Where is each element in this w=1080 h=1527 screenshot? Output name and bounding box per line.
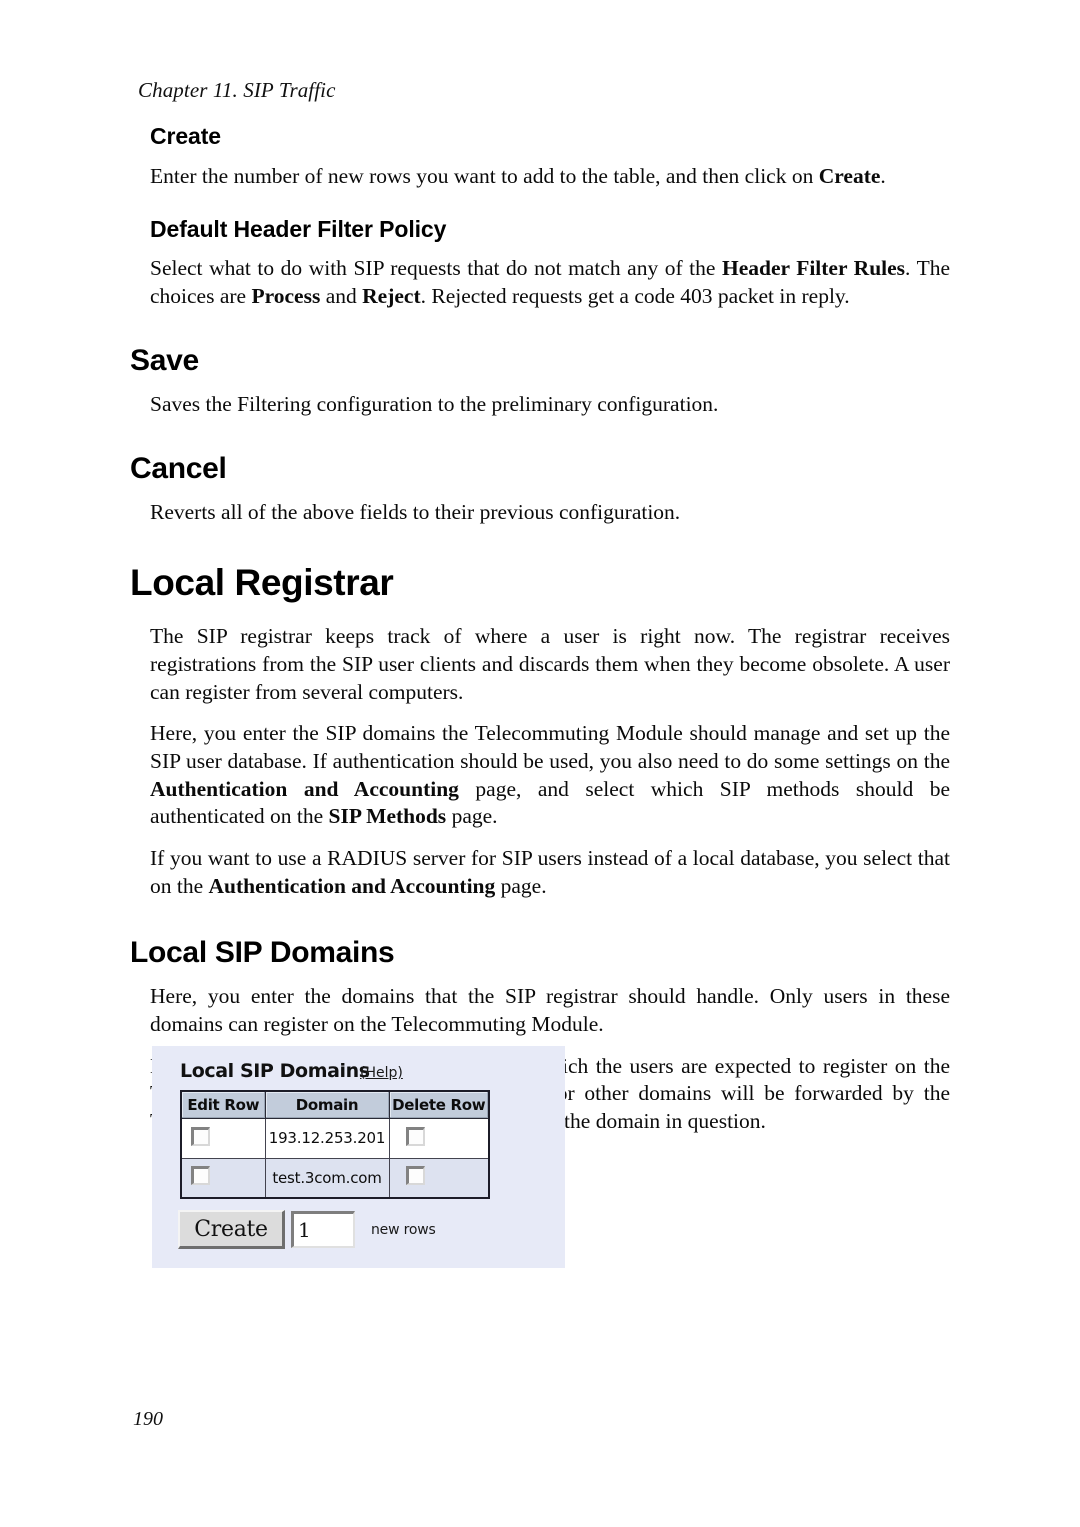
column-header-delete-row: Delete Row xyxy=(388,1090,490,1119)
edit-row-cell[interactable] xyxy=(180,1157,266,1199)
domain-cell[interactable]: 193.12.253.201 xyxy=(264,1117,390,1159)
lr3-c: page. xyxy=(495,873,547,898)
edit-row-checkbox[interactable] xyxy=(190,1166,210,1186)
local-sip-domains-screenshot: Local SIP Domains (Help) Edit Row Domain… xyxy=(152,1046,565,1268)
new-rows-input[interactable]: 1 xyxy=(291,1211,355,1248)
paragraph-create: Enter the number of new rows you want to… xyxy=(150,163,950,191)
dhfp-d: Process xyxy=(251,284,321,309)
delete-row-checkbox[interactable] xyxy=(406,1166,426,1186)
heading-cancel: Cancel xyxy=(130,451,227,485)
widget-title: Local SIP Domains xyxy=(180,1060,370,1082)
column-header-edit-row: Edit Row xyxy=(180,1090,266,1119)
dhfp-e: and xyxy=(320,284,363,309)
local-sip-domains-table: Edit Row Domain Delete Row 193.12.253.20… xyxy=(180,1090,490,1199)
running-header: Chapter 11. SIP Traffic xyxy=(138,78,336,102)
dhfp-a: Select what to do with SIP requests that… xyxy=(150,256,722,281)
help-link[interactable]: (Help) xyxy=(360,1065,403,1081)
paragraph-local-registrar-2: Here, you enter the SIP domains the Tele… xyxy=(150,720,950,831)
lr2-a: Here, you enter the SIP domains the Tele… xyxy=(150,721,950,773)
lr3-b: Authentication and Accounting xyxy=(208,873,496,898)
dhfp-f: Reject xyxy=(362,284,421,309)
heading-save: Save xyxy=(130,343,199,377)
table-row: test.3com.com xyxy=(180,1157,490,1199)
page-number: 190 xyxy=(133,1408,163,1430)
heading-local-registrar: Local Registrar xyxy=(130,562,394,604)
heading-default-header-filter-policy: Default Header Filter Policy xyxy=(150,215,447,242)
edit-row-cell[interactable] xyxy=(180,1117,266,1159)
lr2-d: SIP Methods xyxy=(328,804,447,829)
paragraph-save: Saves the Filtering configuration to the… xyxy=(150,392,719,417)
paragraph-local-registrar-3: If you want to use a RADIUS server for S… xyxy=(150,845,950,900)
lr2-b: Authentication and Accounting xyxy=(150,776,459,801)
paragraph-cancel: Reverts all of the above fields to their… xyxy=(150,500,681,525)
heading-local-sip-domains: Local SIP Domains xyxy=(130,935,395,969)
edit-row-checkbox[interactable] xyxy=(190,1126,210,1146)
heading-create: Create xyxy=(150,123,221,149)
create-button[interactable]: Create xyxy=(178,1210,285,1249)
create-text-pre: Enter the number of new rows you want to… xyxy=(150,163,819,188)
paragraph-default-header-filter-policy: Select what to do with SIP requests that… xyxy=(150,255,950,310)
create-text-bold: Create xyxy=(818,163,881,188)
dhfp-g: . Rejected requests get a code 403 packe… xyxy=(420,284,850,309)
document-page: Chapter 11. SIP Traffic Create Enter the… xyxy=(0,0,1080,1527)
create-text-post: . xyxy=(880,163,886,188)
column-header-domain: Domain xyxy=(264,1090,390,1119)
table-header-row: Edit Row Domain Delete Row xyxy=(180,1090,490,1119)
dhfp-b: Header Filter Rules xyxy=(721,256,906,281)
paragraph-local-sip-domains-1: Here, you enter the domains that the SIP… xyxy=(150,984,950,1036)
new-rows-label: new rows xyxy=(371,1221,436,1238)
page-content: Create Enter the number of new rows you … xyxy=(0,110,1080,1136)
delete-row-cell[interactable] xyxy=(388,1157,490,1199)
paragraph-local-registrar-1: The SIP registrar keeps track of where a… xyxy=(150,624,950,704)
domain-cell[interactable]: test.3com.com xyxy=(264,1157,390,1199)
delete-row-cell[interactable] xyxy=(388,1117,490,1159)
table-row: 193.12.253.201 xyxy=(180,1117,490,1159)
create-rows-control: Create 1 new rows xyxy=(178,1210,436,1249)
delete-row-checkbox[interactable] xyxy=(406,1126,426,1146)
lr2-e: page. xyxy=(446,804,498,829)
